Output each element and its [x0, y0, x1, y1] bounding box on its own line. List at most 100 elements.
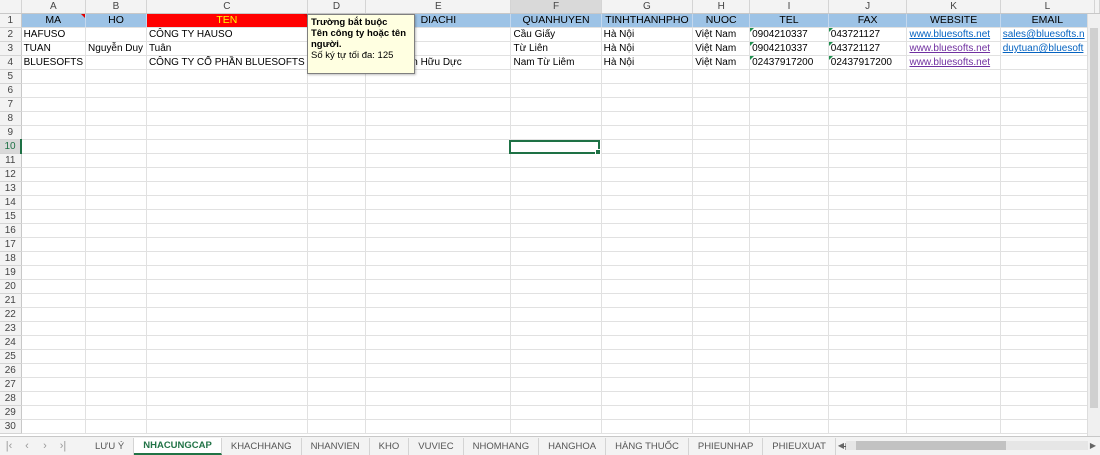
cell-h18[interactable]	[692, 251, 751, 266]
row-header[interactable]: 27	[0, 377, 22, 392]
row-header[interactable]: 3	[0, 41, 22, 56]
cell-b14[interactable]	[85, 195, 147, 210]
sheet-tab[interactable]: KHACHHANG	[222, 437, 302, 455]
cell-d10[interactable]	[307, 139, 367, 154]
cell-f16[interactable]	[510, 223, 602, 238]
cell-k8[interactable]	[906, 111, 1001, 126]
cell-k14[interactable]	[906, 195, 1001, 210]
cell-c18[interactable]	[146, 251, 308, 266]
cell-f1[interactable]: QUANHUYEN	[510, 13, 602, 28]
cell-k1[interactable]: WEBSITE	[906, 13, 1001, 28]
cell-e25[interactable]	[365, 349, 512, 364]
cell-b16[interactable]	[85, 223, 147, 238]
cell-i30[interactable]	[749, 419, 829, 434]
cell-f12[interactable]	[510, 167, 602, 182]
cell-g8[interactable]	[601, 111, 694, 126]
cell-g14[interactable]	[601, 195, 694, 210]
cell-l15[interactable]	[1000, 209, 1096, 224]
cell-i15[interactable]	[749, 209, 829, 224]
cell-i27[interactable]	[749, 377, 829, 392]
cell-j1[interactable]: FAX	[828, 13, 908, 28]
cell-i3[interactable]: 0904210337	[749, 41, 829, 56]
row-header[interactable]: 11	[0, 153, 22, 168]
cell-e17[interactable]	[365, 237, 512, 252]
cell-d9[interactable]	[307, 125, 367, 140]
cell-a6[interactable]	[21, 83, 87, 98]
cell-d26[interactable]	[307, 363, 367, 378]
cell-c24[interactable]	[146, 335, 308, 350]
cell-g4[interactable]: Hà Nội	[601, 55, 694, 70]
cell-h12[interactable]	[692, 167, 751, 182]
cell-c10[interactable]	[146, 139, 308, 154]
cell-h13[interactable]	[692, 181, 751, 196]
last-sheet-icon[interactable]: ›|	[54, 437, 72, 455]
cell-g23[interactable]	[601, 321, 694, 336]
cell-b28[interactable]	[85, 391, 147, 406]
cell-j24[interactable]	[828, 335, 908, 350]
cell-d22[interactable]	[307, 307, 367, 322]
cell-h24[interactable]	[692, 335, 751, 350]
cell-a30[interactable]	[21, 419, 87, 434]
cell-h23[interactable]	[692, 321, 751, 336]
cell-h6[interactable]	[692, 83, 751, 98]
cell-c23[interactable]	[146, 321, 308, 336]
cell-h22[interactable]	[692, 307, 751, 322]
row-header[interactable]: 29	[0, 405, 22, 420]
cell-k19[interactable]	[906, 265, 1001, 280]
cell-f21[interactable]	[510, 293, 602, 308]
cell-k9[interactable]	[906, 125, 1001, 140]
cell-e21[interactable]	[365, 293, 512, 308]
cell-g26[interactable]	[601, 363, 694, 378]
row-header[interactable]: 18	[0, 251, 22, 266]
cell-l30[interactable]	[1000, 419, 1096, 434]
cell-l8[interactable]	[1000, 111, 1096, 126]
cell-g10[interactable]	[601, 139, 694, 154]
cell-e24[interactable]	[365, 335, 512, 350]
cell-k5[interactable]	[906, 69, 1001, 84]
row-header[interactable]: 26	[0, 363, 22, 378]
cell-f26[interactable]	[510, 363, 602, 378]
cell-a26[interactable]	[21, 363, 87, 378]
cell-h5[interactable]	[692, 69, 751, 84]
cell-e26[interactable]	[365, 363, 512, 378]
row-header[interactable]: 15	[0, 209, 22, 224]
cell-l12[interactable]	[1000, 167, 1096, 182]
cell-l24[interactable]	[1000, 335, 1096, 350]
scroll-left-icon[interactable]: ◀	[836, 441, 846, 450]
cell-c26[interactable]	[146, 363, 308, 378]
cell-k17[interactable]	[906, 237, 1001, 252]
cell-c21[interactable]	[146, 293, 308, 308]
cell-g12[interactable]	[601, 167, 694, 182]
row-header[interactable]: 16	[0, 223, 22, 238]
cell-d25[interactable]	[307, 349, 367, 364]
cell-b2[interactable]	[85, 27, 147, 42]
cell-d14[interactable]	[307, 195, 367, 210]
cell-d8[interactable]	[307, 111, 367, 126]
cell-k28[interactable]	[906, 391, 1001, 406]
cell-d30[interactable]	[307, 419, 367, 434]
cell-e9[interactable]	[365, 125, 512, 140]
cell-f9[interactable]	[510, 125, 602, 140]
cell-j27[interactable]	[828, 377, 908, 392]
cell-i7[interactable]	[749, 97, 829, 112]
cell-g27[interactable]	[601, 377, 694, 392]
cell-l17[interactable]	[1000, 237, 1096, 252]
cell-f22[interactable]	[510, 307, 602, 322]
cell-g29[interactable]	[601, 405, 694, 420]
cell-d17[interactable]	[307, 237, 367, 252]
cell-h26[interactable]	[692, 363, 751, 378]
cell-j20[interactable]	[828, 279, 908, 294]
cell-j6[interactable]	[828, 83, 908, 98]
column-header-i[interactable]: I	[749, 0, 829, 14]
cell-l18[interactable]	[1000, 251, 1096, 266]
cell-h14[interactable]	[692, 195, 751, 210]
cell-c14[interactable]	[146, 195, 308, 210]
cell-c11[interactable]	[146, 153, 308, 168]
cell-f20[interactable]	[510, 279, 602, 294]
column-header-k[interactable]: K	[906, 0, 1001, 14]
cell-c4[interactable]: CÔNG TY CỔ PHẦN BLUESOFTS	[146, 55, 308, 70]
cell-k3[interactable]: www.bluesofts.net	[906, 41, 1001, 56]
cell-b8[interactable]	[85, 111, 147, 126]
cell-f27[interactable]	[510, 377, 602, 392]
cell-k23[interactable]	[906, 321, 1001, 336]
